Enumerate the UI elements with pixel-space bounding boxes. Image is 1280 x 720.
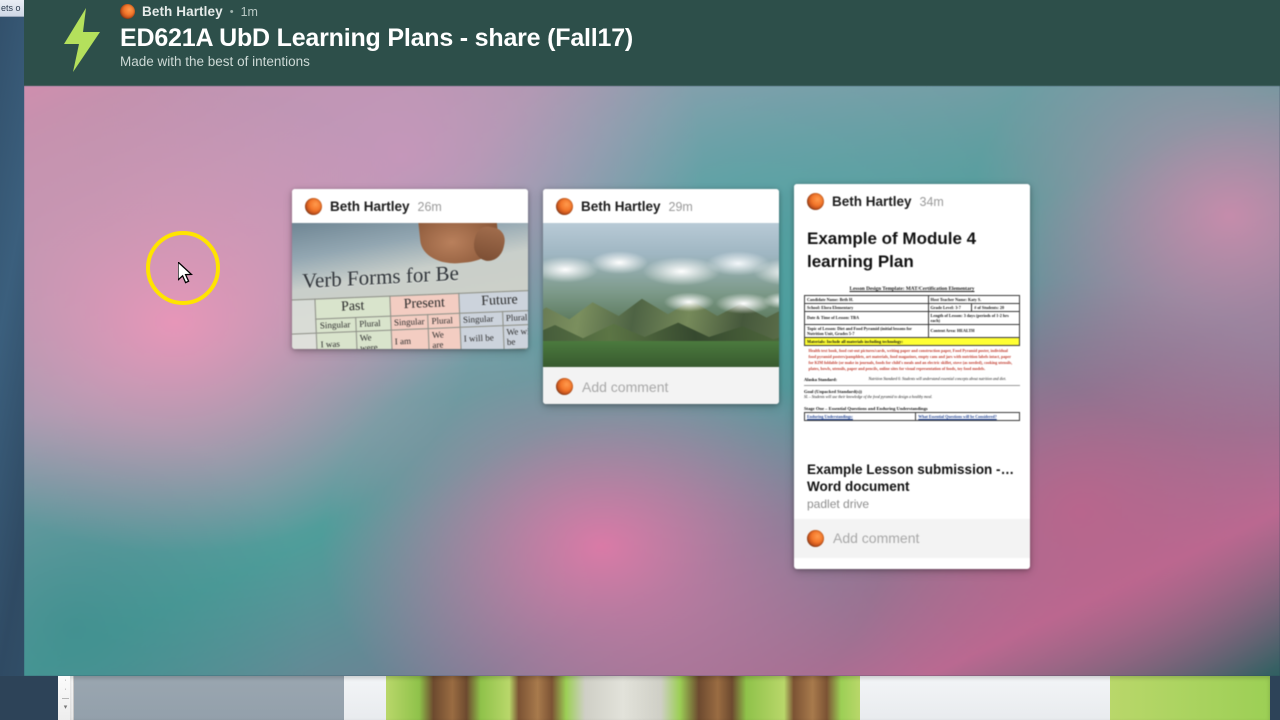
doc-goal-text: SL – Students will use their knowledge o…	[804, 395, 933, 400]
doc-cell: School: Elora Elementary	[804, 302, 929, 312]
doc-standard-row: Alaska Standard: Nutrition Standard 6: S…	[804, 377, 1020, 383]
doc-cell: Candidate Name: Beth H.	[804, 294, 929, 304]
chart-cell: We are	[428, 327, 461, 349]
post-header: Beth Hartley 34m	[794, 184, 1030, 218]
document-preview[interactable]: Lesson Design Template: MAT/Certificatio…	[804, 285, 1020, 454]
post-header: Beth Hartley 26m	[292, 189, 528, 223]
doc-cell: Host Teacher Name: Katy S.	[927, 294, 1020, 304]
doc-standard-label: Alaska Standard:	[804, 376, 838, 382]
table-row: Candidate Name: Beth H. Host Teacher Nam…	[804, 294, 1020, 304]
cloud-band-lower	[663, 287, 779, 317]
post-image-verb-chart[interactable]: Verb Forms for Be Past Present Future Si…	[292, 223, 528, 349]
chart-col-future: Future	[458, 290, 528, 314]
padlet-window: Beth Hartley • 1m ED621A UbD Learning Pl…	[24, 0, 1280, 676]
attachment-file-name: Example Lesson submission - Modul…	[807, 461, 1017, 477]
avatar	[556, 198, 573, 215]
post-card[interactable]: Beth Hartley 34m Example of Module 4 lea…	[794, 184, 1030, 569]
wall-subtitle: Made with the best of intentions	[120, 54, 310, 69]
avatar	[807, 529, 824, 547]
doc-heading: Lesson Design Template: MAT/Certificatio…	[849, 285, 975, 292]
doc-cell: Date & Time of Lesson: TBA	[804, 310, 929, 325]
avatar	[556, 378, 573, 395]
chart-cell: We will be	[502, 324, 528, 349]
wall-canvas[interactable]: Beth Hartley 26m Verb Forms for Be Past …	[24, 86, 1280, 676]
doc-cell: Length of Lesson: 3 days (periods of 1-2…	[927, 310, 1020, 325]
verb-forms-table: Past Present Future Singular Plural Sing…	[292, 290, 528, 349]
chart-subcol: Singular	[316, 317, 357, 334]
wall-author-name: Beth Hartley	[142, 4, 223, 19]
valley-layer	[543, 341, 779, 367]
chart-subcol: Plural	[427, 313, 460, 329]
post-time: 34m	[919, 194, 944, 209]
table-row: School: Elora Elementary Grade Level: 3-…	[804, 302, 1020, 312]
post-author: Beth Hartley	[832, 194, 912, 209]
doc-standard-text: Nutrition Standard 6: Students will unde…	[868, 376, 1007, 381]
chart-subcol: Plural	[355, 315, 391, 332]
doc-materials-label: Materials: Include all materials includi…	[804, 336, 1020, 346]
doc-cell: Content Area: HEALTH	[927, 323, 1020, 338]
post-time: 29m	[668, 199, 693, 214]
chart-row-label: First person	[292, 333, 318, 349]
table-row: Topic of Lesson: Diet and Food Pyramid (…	[804, 323, 1020, 338]
doc-column-header: What Essential Questions will be Conside…	[918, 414, 997, 419]
doc-goal-label: Goal (Unpacked Standard(s))	[804, 389, 862, 395]
doc-understandings-table: Enduring Understandings: What Essential …	[804, 412, 1020, 421]
doc-stage-label: Stage One – Essential Questions and Endu…	[804, 406, 928, 411]
doc-column-header: Enduring Understandings:	[805, 413, 917, 420]
table-row: Health text book, food cut-out pictures/…	[805, 345, 1020, 374]
arrow-cursor-icon	[178, 262, 194, 284]
attachment-info[interactable]: Example Lesson submission - Modul… Word …	[794, 454, 1030, 519]
doc-materials-text: Health text book, food cut-out pictures/…	[808, 347, 1013, 372]
post-image-mountains[interactable]	[543, 223, 779, 367]
post-card[interactable]: Beth Hartley 29m Add comment	[543, 189, 779, 404]
table-row: Materials: Include all materials includi…	[804, 336, 1020, 346]
doc-cell: # of Students: 20	[971, 302, 1020, 312]
add-comment-row[interactable]: Add comment	[794, 518, 1030, 558]
cloud-band	[543, 245, 779, 289]
add-comment-row[interactable]: Add comment	[543, 367, 779, 404]
page-title: ED621A UbD Learning Plans - share (Fall1…	[120, 24, 634, 52]
chart-cell: We were	[356, 330, 392, 349]
chart-subcol: Plural	[502, 309, 528, 326]
background-page-shadow	[70, 676, 1270, 720]
chart-cell: I will be	[459, 325, 504, 349]
chart-subcol: Singular	[390, 314, 429, 331]
post-author: Beth Hartley	[581, 199, 661, 214]
doc-cell: Grade Level: 3-7	[927, 302, 973, 312]
doc-cell: Topic of Lesson: Diet and Food Pyramid (…	[804, 323, 929, 338]
avatar	[120, 4, 135, 19]
post-header: Beth Hartley 29m	[543, 189, 779, 223]
add-comment-placeholder[interactable]: Add comment	[582, 379, 668, 395]
avatar	[305, 198, 322, 215]
add-comment-placeholder[interactable]: Add comment	[833, 530, 919, 546]
attachment-file-type: Word document	[807, 478, 910, 494]
post-card[interactable]: Beth Hartley 26m Verb Forms for Be Past …	[292, 189, 528, 349]
doc-info-table: Candidate Name: Beth H. Host Teacher Nam…	[804, 294, 1020, 375]
chart-cell: I am	[390, 328, 430, 349]
post-title: Example of Module 4 learning Plan	[807, 229, 977, 271]
chart-cell: I was	[316, 331, 357, 349]
wall-header: Beth Hartley • 1m ED621A UbD Learning Pl…	[24, 0, 1280, 86]
wall-updated-time: 1m	[240, 4, 258, 19]
lightning-bolt-icon	[64, 8, 100, 72]
doc-divider	[804, 382, 1020, 387]
wall-meta: Beth Hartley • 1m	[120, 4, 258, 19]
attachment-source: padlet drive	[807, 496, 870, 511]
table-row: Date & Time of Lesson: TBA Length of Les…	[804, 310, 1020, 325]
post-time: 26m	[417, 199, 442, 214]
avatar	[807, 193, 824, 210]
post-author: Beth Hartley	[330, 199, 410, 214]
meta-separator: •	[229, 5, 234, 18]
